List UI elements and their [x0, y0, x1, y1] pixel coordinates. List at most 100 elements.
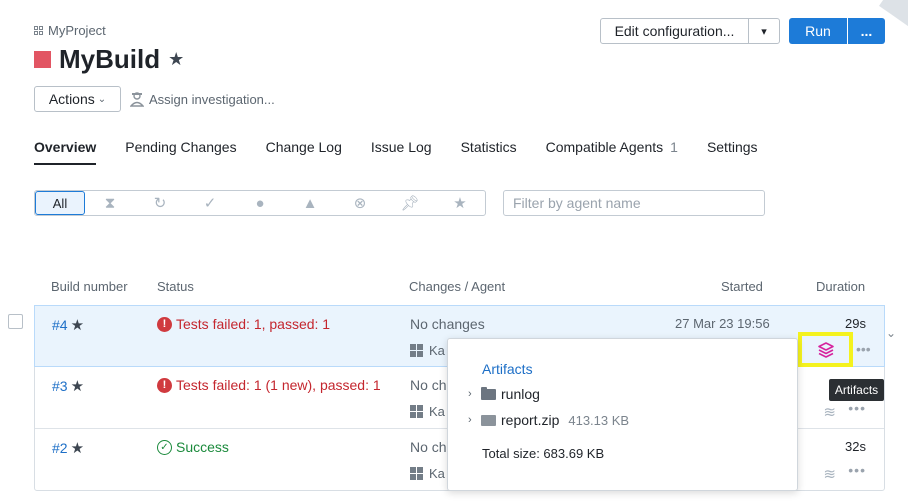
filter-success-button[interactable]: ✓ — [185, 191, 235, 215]
artifacts-popup-title[interactable]: Artifacts — [482, 361, 533, 377]
build-title-row: MyBuild ★ — [34, 44, 184, 75]
build-duration: 32s — [845, 439, 866, 454]
actions-label: Actions — [48, 91, 95, 107]
build-status[interactable]: ✓ Success — [157, 439, 229, 455]
column-started: Started — [721, 279, 763, 294]
build-status-icon — [34, 51, 51, 68]
build-changes[interactable]: No ch — [410, 439, 447, 455]
agent-name: Ka — [429, 466, 445, 481]
tab-issue-log[interactable]: Issue Log — [371, 139, 432, 165]
artifact-item-report-zip[interactable]: › report.zip 413.13 KB — [468, 412, 629, 428]
status-filter-group: All ⧗ ↻ ✓ ● ▲ ⊗ 📌︎ ★ — [34, 190, 486, 216]
folder-icon — [481, 386, 496, 400]
check-circle-icon: ✓ — [203, 195, 217, 212]
project-grid-icon — [34, 26, 43, 35]
column-duration: Duration — [816, 279, 866, 294]
build-status-text[interactable]: Tests failed: 1 (1 new), passed: 1 — [176, 377, 381, 393]
windows-icon — [410, 344, 423, 357]
project-name[interactable]: MyProject — [48, 23, 106, 38]
star-icon: ★ — [453, 195, 467, 212]
run-button[interactable]: Run — [789, 18, 847, 44]
star-icon[interactable]: ★ — [71, 439, 84, 457]
windows-icon — [410, 405, 423, 418]
star-icon[interactable]: ★ — [71, 316, 84, 334]
tab-compatible-agents-label: Compatible Agents — [545, 139, 664, 155]
exclamation-circle-icon: ● — [255, 194, 265, 212]
assign-investigation-link[interactable]: Assign investigation... — [130, 91, 275, 107]
agent-name: Ka — [429, 404, 445, 419]
build-agent[interactable]: Ka — [410, 343, 445, 358]
chevron-down-icon[interactable]: ⌄ — [886, 326, 896, 340]
chevron-right-icon[interactable]: › — [468, 414, 476, 426]
filter-all-button[interactable]: All — [35, 191, 85, 215]
filter-canceled-button[interactable]: ⊗ — [335, 191, 385, 215]
column-status: Status — [157, 279, 194, 294]
artifact-name[interactable]: report.zip — [501, 412, 559, 428]
edit-configuration-dropdown[interactable]: ▾ — [748, 18, 780, 44]
build-status-text[interactable]: Tests failed: 1, passed: 1 — [176, 316, 330, 332]
filter-warning-button[interactable]: ▲ — [285, 191, 335, 215]
run-more-button[interactable]: ... — [848, 18, 885, 44]
column-changes-agent: Changes / Agent — [409, 279, 506, 294]
tab-overview[interactable]: Overview — [34, 139, 97, 165]
error-icon: ! — [157, 316, 172, 332]
edit-configuration-button[interactable]: Edit configuration... — [600, 18, 749, 44]
warning-icon: ▲ — [302, 194, 318, 212]
build-agent[interactable]: Ka — [410, 466, 445, 481]
compatible-agents-count: 1 — [670, 139, 678, 155]
actions-button[interactable]: Actions ⌄ — [34, 86, 121, 112]
more-options-icon[interactable]: ••• — [848, 400, 866, 416]
filter-pinned-button[interactable]: 📌︎ — [385, 191, 435, 215]
windows-icon — [410, 467, 423, 480]
filter-failed-button[interactable]: ● — [235, 191, 285, 215]
filter-starred-button[interactable]: ★ — [435, 191, 485, 215]
build-started: 27 Mar 23 19:56 — [675, 316, 770, 331]
build-status[interactable]: ! Tests failed: 1 (1 new), passed: 1 — [157, 377, 381, 393]
build-number-link[interactable]: #3 — [52, 378, 68, 394]
build-agent[interactable]: Ka — [410, 404, 445, 419]
hourglass-icon: ⧗ — [104, 194, 116, 212]
tab-compatible-agents[interactable]: Compatible Agents 1 — [546, 139, 678, 165]
pin-icon: 📌︎ — [400, 195, 420, 212]
check-circle-icon: ✓ — [157, 439, 172, 455]
build-number-link[interactable]: #2 — [52, 440, 68, 456]
build-status[interactable]: ! Tests failed: 1, passed: 1 — [157, 316, 330, 332]
filter-queued-button[interactable]: ⧗ — [85, 191, 135, 215]
assign-investigation-label: Assign investigation... — [149, 91, 275, 107]
build-status-text[interactable]: Success — [176, 439, 229, 455]
build-changes[interactable]: No ch — [410, 377, 447, 393]
page-title: MyBuild — [59, 44, 161, 74]
chevron-down-icon: ▾ — [761, 25, 767, 38]
artifacts-layers-icon — [817, 341, 834, 358]
chevron-right-icon[interactable]: › — [468, 388, 476, 400]
artifacts-button[interactable] — [798, 332, 853, 367]
favorite-star-icon[interactable]: ★ — [168, 49, 184, 70]
column-build-number: Build number — [51, 279, 128, 294]
agent-filter-input[interactable] — [503, 190, 765, 216]
star-icon[interactable]: ★ — [71, 377, 84, 395]
chevron-down-icon: ⌄ — [97, 93, 107, 105]
build-changes[interactable]: No changes — [410, 316, 485, 332]
more-options-icon[interactable]: ••• — [856, 341, 871, 357]
zip-file-icon — [481, 414, 496, 426]
artifacts-icon[interactable]: ≋ — [823, 465, 836, 483]
tab-pending-changes[interactable]: Pending Changes — [125, 139, 236, 165]
build-number[interactable]: #3 ★ — [52, 377, 84, 395]
tab-statistics[interactable]: Statistics — [461, 139, 517, 165]
artifact-size: 413.13 KB — [568, 412, 630, 428]
tab-settings[interactable]: Settings — [707, 139, 758, 165]
artifact-item-runlog[interactable]: › runlog — [468, 386, 540, 402]
build-number-link[interactable]: #4 — [52, 317, 68, 333]
tab-change-log[interactable]: Change Log — [266, 139, 342, 165]
build-number[interactable]: #2 ★ — [52, 439, 84, 457]
spinner-icon: ↻ — [153, 195, 167, 212]
build-number[interactable]: #4 ★ — [52, 316, 84, 334]
cancel-circle-icon: ⊗ — [353, 195, 367, 212]
row-checkbox[interactable] — [8, 314, 23, 329]
artifacts-icon[interactable]: ≋ — [823, 403, 836, 421]
artifact-name[interactable]: runlog — [501, 386, 540, 402]
artifacts-total-size: Total size: 683.69 KB — [482, 446, 605, 461]
more-options-icon[interactable]: ••• — [848, 462, 866, 478]
filter-running-button[interactable]: ↻ — [135, 191, 185, 215]
project-breadcrumb[interactable]: MyProject — [34, 23, 106, 38]
